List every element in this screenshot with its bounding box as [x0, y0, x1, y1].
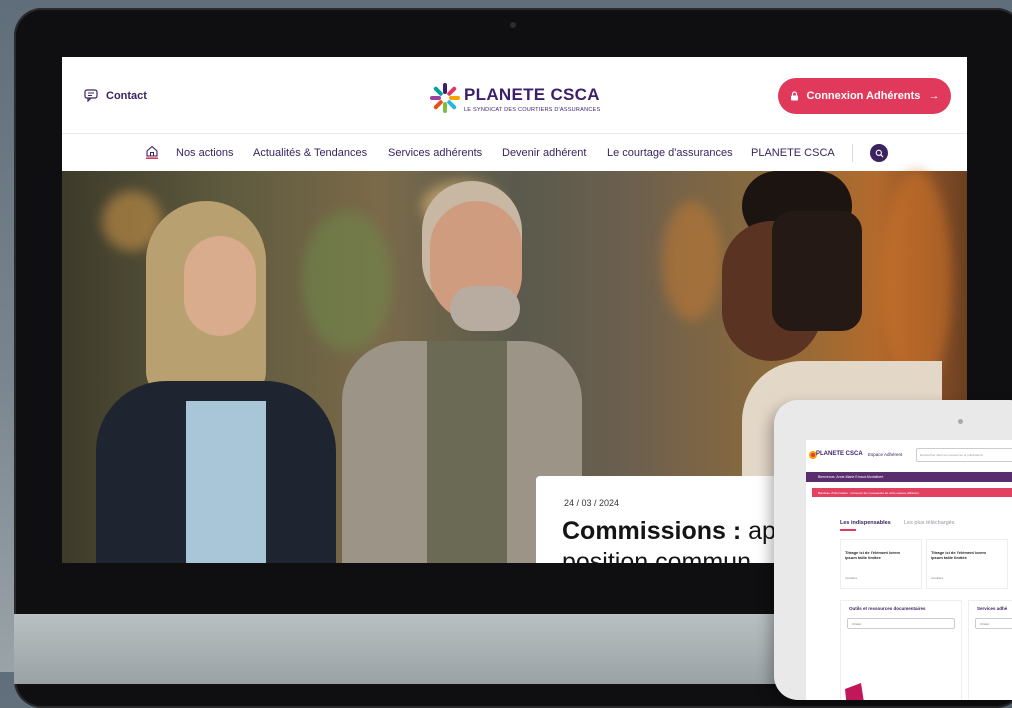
news-title-line2: position commun: [562, 548, 751, 563]
home-icon: [146, 145, 158, 159]
contact-label: Contact: [106, 89, 147, 102]
nav-search-button[interactable]: [870, 144, 888, 162]
box-title: Services adhé: [977, 606, 1008, 611]
services-select[interactable]: Choisir: [975, 618, 1012, 629]
news-title-rest: ap: [741, 517, 776, 545]
member-services-box: Services adhé Choisir: [968, 600, 1012, 700]
nav-item-actualites[interactable]: Actualités & Tendances: [253, 147, 367, 159]
nav-item-devenir-adherent[interactable]: Devenir adhérent: [502, 147, 586, 159]
tablet-welcome-bar: Bienvenue, Anne-Marie Ernaut-Montalbert: [806, 472, 1012, 482]
tablet-search-input[interactable]: Rechercher dans les ressources et public…: [916, 448, 1012, 462]
tablet-resource-card[interactable]: Titrage ici de l'élément lorem ipsum tai…: [840, 539, 922, 589]
card-title: Titrage ici de l'élément lorem ipsum tai…: [931, 550, 986, 560]
tablet-space-link[interactable]: Espace Adhérent: [868, 452, 902, 457]
tools-select[interactable]: Choisir: [847, 618, 955, 629]
tools-resources-box: Outils et ressources documentaires Chois…: [840, 600, 962, 700]
nav-item-courtage[interactable]: Le courtage d'assurances: [607, 147, 733, 159]
logo-name: PLANETE CSCA: [464, 85, 600, 104]
nav-divider: [852, 144, 853, 162]
decorative-shape-icon: [845, 683, 864, 700]
login-label: Connexion Adhérents: [806, 90, 921, 102]
card-meta: Actualités: [931, 576, 944, 580]
tablet-logo[interactable]: PLANETE CSCA: [816, 451, 863, 457]
news-title-bold: Commissions :: [562, 517, 742, 545]
tablet-header: PLANETE CSCA Espace Adhérent Rechercher …: [806, 440, 1012, 470]
tab-plus-telecharges[interactable]: Les plus téléchargés: [904, 520, 954, 526]
tab-indispensables[interactable]: Les indispensables: [840, 520, 891, 526]
card-title: Titrage ici de l'élément lorem ipsum tai…: [845, 550, 900, 560]
camera-dot: [510, 22, 516, 28]
tablet-resource-card[interactable]: Titrage ici de l'élément lorem ipsum tai…: [926, 539, 1008, 589]
logo-flower-icon: [430, 83, 460, 113]
tablet-screen: PLANETE CSCA Espace Adhérent Rechercher …: [806, 440, 1012, 700]
nav-item-services-adherents[interactable]: Services adhérents: [388, 147, 482, 159]
tablet-alert-banner: Bandeau d'information : retrouvez les no…: [812, 488, 1012, 497]
nav-item-planete-csca[interactable]: PLANETE CSCA: [751, 147, 835, 159]
chat-icon: [84, 89, 98, 102]
site-header: Contact PLANETE CSCA LE SYNDICAT DES COU…: [62, 57, 967, 133]
box-title: Outils et ressources documentaires: [849, 606, 926, 611]
nav-home[interactable]: [146, 145, 158, 164]
logo-tagline: LE SYNDICAT DES COURTIERS D'ASSURANCES: [464, 107, 601, 113]
nav-item-nos-actions[interactable]: Nos actions: [176, 147, 233, 159]
tab-active-indicator: [840, 529, 856, 531]
lock-icon: [790, 91, 798, 101]
tablet-camera: [958, 419, 963, 424]
planete-csca-logo[interactable]: PLANETE CSCA LE SYNDICAT DES COURTIERS D…: [428, 75, 601, 121]
main-navigation: Nos actions Actualités & Tendances Servi…: [62, 133, 967, 172]
search-icon: [875, 149, 883, 157]
tablet-device: PLANETE CSCA Espace Adhérent Rechercher …: [774, 400, 1012, 700]
contact-link[interactable]: Contact: [84, 89, 147, 102]
member-login-button[interactable]: Connexion Adhérents →: [778, 78, 951, 114]
news-date: 24 / 03 / 2024: [564, 498, 620, 508]
card-meta: Actualités: [845, 576, 858, 580]
arrow-right-icon: →: [928, 90, 940, 102]
